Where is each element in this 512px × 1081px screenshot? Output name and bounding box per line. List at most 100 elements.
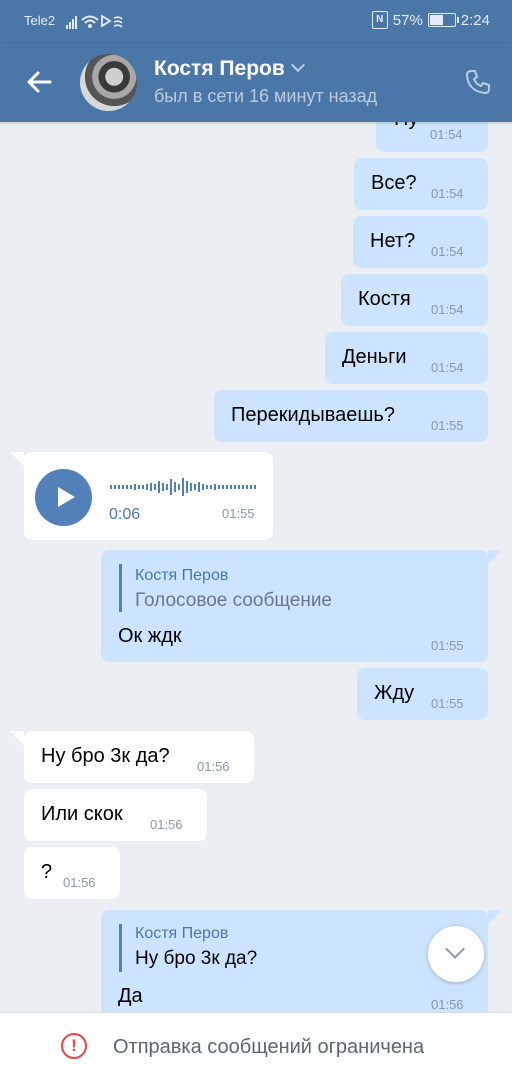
last-seen-status: был в сети 16 минут назад xyxy=(154,86,378,106)
incoming-message[interactable]: Ну бро 3к да? 01:56 xyxy=(24,731,254,783)
signal-wifi-icons xyxy=(66,14,123,29)
waveform-bar xyxy=(242,485,244,489)
waveform-bar xyxy=(222,485,224,489)
reply-quote-bar xyxy=(119,564,122,612)
waveform-bar xyxy=(250,485,252,489)
reply-author: Костя Перов xyxy=(135,925,229,942)
waveform-bar xyxy=(166,484,168,490)
message-list[interactable]: Ну 01:54 Все? 01:54 Нет? 01:54 Костя 01:… xyxy=(0,122,512,1012)
voice-message[interactable]: 0:06 01:55 xyxy=(24,452,273,540)
outgoing-message[interactable]: Нет? 01:54 xyxy=(353,216,488,268)
chevron-down-icon[interactable] xyxy=(428,926,484,982)
waveform-bar xyxy=(218,485,220,489)
message-text: Ну xyxy=(394,122,418,131)
waveform-bar xyxy=(122,485,124,489)
incoming-message[interactable]: Или скок 01:56 xyxy=(24,789,207,841)
message-time: 01:56 xyxy=(197,759,230,774)
battery-percent: 57% xyxy=(392,11,423,29)
incoming-message[interactable]: ? 01:56 xyxy=(24,847,120,899)
message-text: Ну бро 3к да? xyxy=(41,745,170,767)
composer-disabled-banner: ! Отправка сообщений ограничена xyxy=(0,1012,512,1081)
waveform-bar xyxy=(162,483,164,491)
battery-icon xyxy=(427,13,459,27)
waveform-bar xyxy=(174,482,176,492)
message-time: 01:56 xyxy=(431,997,464,1012)
waveform-bar xyxy=(158,481,160,493)
status-bar: Tele2 N 57% 2:24 xyxy=(0,0,512,43)
waveform-bar xyxy=(154,484,156,490)
message-text: Или скок xyxy=(41,803,123,825)
reply-quoted-text: Ну бро 3к да? xyxy=(135,948,258,969)
waveform-bar xyxy=(234,485,236,489)
battery-level-fill xyxy=(429,15,443,25)
waveform-bar xyxy=(254,485,256,489)
waveform-bar xyxy=(230,485,232,489)
waveform-bar xyxy=(210,485,212,489)
waveform-bar xyxy=(186,481,188,493)
message-text: Все? xyxy=(371,172,417,194)
play-icon[interactable] xyxy=(35,469,92,526)
waveform-bar xyxy=(214,484,216,490)
message-time: 01:56 xyxy=(63,875,96,890)
waveform-bar xyxy=(130,485,132,489)
waveform-bar xyxy=(138,485,140,489)
bubble-tail xyxy=(488,910,502,924)
message-text: Перекидываешь? xyxy=(231,404,395,426)
outgoing-message[interactable]: Перекидываешь? 01:55 xyxy=(214,390,488,442)
bubble-tail xyxy=(10,452,24,466)
waveform-bar xyxy=(110,485,112,489)
message-text: Костя xyxy=(358,288,411,310)
waveform-bar xyxy=(126,485,128,489)
waveform-bar xyxy=(146,484,148,490)
waveform-bar xyxy=(238,485,240,489)
message-time: 01:55 xyxy=(431,638,464,653)
outgoing-message[interactable]: Все? 01:54 xyxy=(354,158,488,210)
message-time: 01:56 xyxy=(150,817,183,832)
waveform-bar xyxy=(226,485,228,489)
waveform-bar xyxy=(246,485,248,489)
waveform-bar xyxy=(190,483,192,491)
message-text: Деньги xyxy=(342,346,407,368)
phone-icon[interactable] xyxy=(464,68,492,96)
message-time: 01:54 xyxy=(431,302,464,317)
reply-quote-bar xyxy=(119,924,122,972)
outgoing-message[interactable]: Ну 01:54 xyxy=(376,122,488,152)
waveform-bar xyxy=(182,478,184,496)
outgoing-message[interactable]: Жду 01:55 xyxy=(357,668,488,720)
reply-author: Костя Перов xyxy=(135,567,229,584)
message-text: Нет? xyxy=(370,230,416,252)
message-time: 01:54 xyxy=(430,127,463,142)
clock: 2:24 xyxy=(460,11,490,29)
message-time: 01:55 xyxy=(222,506,255,521)
message-time: 01:54 xyxy=(431,244,464,259)
nfc-icon: N xyxy=(371,11,388,29)
waveform-bar xyxy=(150,483,152,491)
outgoing-message[interactable]: Деньги 01:54 xyxy=(325,332,488,384)
bubble-tail xyxy=(488,550,502,564)
exclamation-circle-icon: ! xyxy=(61,1033,87,1059)
restriction-notice: Отправка сообщений ограничена xyxy=(113,1036,425,1058)
bubble-tail xyxy=(10,731,24,745)
waveform-bar xyxy=(178,484,180,490)
message-time: 01:55 xyxy=(431,418,464,433)
waveform-bar xyxy=(170,479,172,495)
message-time: 01:54 xyxy=(431,360,464,375)
waveform-bar xyxy=(206,485,208,489)
chat-header: Костя Перов был в сети 16 минут назад xyxy=(0,43,512,122)
reply-quoted-text: Голосовое сообщение xyxy=(135,590,332,611)
outgoing-reply-message[interactable]: Костя Перов Голосовое сообщение Ок ждк 0… xyxy=(101,550,488,662)
waveform-bar xyxy=(134,484,136,490)
carrier-name: Tele2 xyxy=(24,13,56,28)
message-time: 01:54 xyxy=(431,186,464,201)
outgoing-message[interactable]: Костя 01:54 xyxy=(341,274,488,326)
waveform-bar xyxy=(118,485,120,489)
message-text: Ок ждк xyxy=(118,625,182,647)
waveform[interactable] xyxy=(110,476,262,498)
avatar[interactable] xyxy=(80,54,137,111)
arrow-left-icon[interactable] xyxy=(22,65,56,99)
voice-duration: 0:06 xyxy=(109,506,141,523)
chevron-down-icon xyxy=(290,57,305,73)
message-text: ? xyxy=(41,861,53,883)
contact-name[interactable]: Костя Перов xyxy=(154,57,305,81)
message-text: Жду xyxy=(374,682,415,704)
